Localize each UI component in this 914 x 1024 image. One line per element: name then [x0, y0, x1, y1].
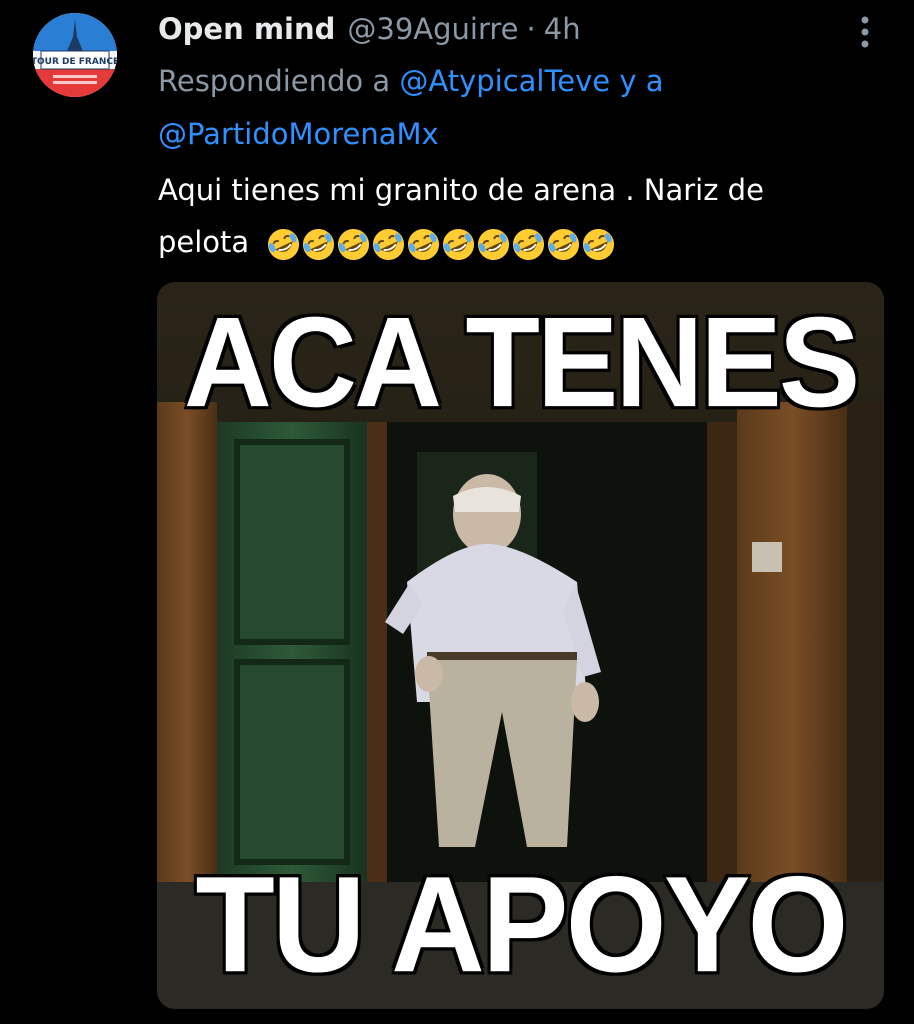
- tweet-text-line: Aqui tienes mi granito de arena . Nariz …: [158, 173, 764, 207]
- user-handle[interactable]: @39Aguirre: [347, 12, 518, 46]
- reply-joiner: y a: [619, 64, 664, 98]
- rolling-laughing-emoji-icon: [373, 228, 405, 260]
- rolling-laughing-emoji-icon: [408, 228, 440, 260]
- display-name[interactable]: Open mind: [158, 12, 335, 46]
- avatar-image: TOUR DE FRANCE: [33, 13, 117, 97]
- timestamp[interactable]: 4h: [544, 12, 581, 46]
- rolling-laughing-emoji-icon: [303, 228, 335, 260]
- avatar-logo-text: TOUR DE FRANCE: [33, 57, 117, 67]
- rolling-laughing-emoji-icon: [478, 228, 510, 260]
- avatar[interactable]: TOUR DE FRANCE: [33, 13, 117, 97]
- mention-link[interactable]: @PartidoMorenaMx: [158, 117, 439, 151]
- more-vertical-icon: [861, 16, 869, 48]
- reply-prefix: Respondiendo a: [158, 64, 391, 98]
- rolling-laughing-emoji-icon: [268, 228, 300, 260]
- rolling-laughing-emoji-icon: [338, 228, 370, 260]
- rolling-laughing-emoji-icon: [443, 228, 475, 260]
- reply-context-line-2: @PartidoMorenaMx: [158, 117, 898, 151]
- tweet-header: Open mind @39Aguirre · 4h: [158, 8, 848, 50]
- rolling-laughing-emoji-icon: [583, 228, 615, 260]
- rolling-laughing-emoji-icon: [513, 228, 545, 260]
- rolling-laughing-emoji-icon: [548, 228, 580, 260]
- reply-context: Respondiendo a @AtypicalTeve y a: [158, 64, 898, 98]
- separator-dot: ·: [526, 12, 536, 46]
- more-options-button[interactable]: [843, 10, 887, 54]
- meme-caption-top: ACA TENES: [182, 289, 862, 436]
- mention-link[interactable]: @AtypicalTeve: [399, 64, 610, 98]
- tweet-text: pelota: [158, 225, 250, 259]
- tweet-media[interactable]: ACA TENES TU APOYO: [157, 282, 884, 1009]
- emoji-row: [266, 227, 616, 262]
- tweet-text-line: pelota: [158, 225, 898, 262]
- meme-caption-bottom: TU APOYO: [193, 845, 850, 1002]
